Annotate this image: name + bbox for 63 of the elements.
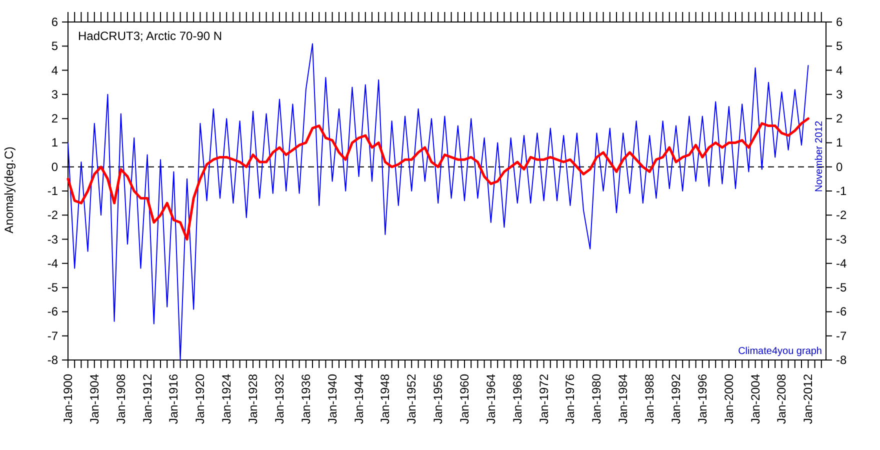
tick-label: Jan-2008 [774, 374, 789, 424]
tick-label: Jan-1900 [61, 374, 75, 424]
tick-label: Jan-1936 [298, 374, 313, 424]
tick-label: -6 [836, 304, 847, 319]
tick-label: Jan-2012 [801, 374, 816, 424]
tick-label: -5 [836, 280, 847, 295]
tick-label: 4 [836, 63, 843, 78]
tick-label: Jan-1908 [114, 374, 128, 424]
tick-label: Jan-1932 [272, 374, 286, 424]
tick-label: -8 [47, 353, 58, 367]
tick-label: Jan-1976 [563, 374, 578, 424]
tick-label: Jan-1952 [404, 374, 419, 424]
tick-label: Jan-1964 [484, 374, 498, 424]
tick-label: Jan-2000 [722, 374, 736, 424]
tick-label: -7 [836, 328, 847, 343]
tick-label: Jan-1972 [536, 374, 551, 424]
axis-title: Anomaly(deg.C) [2, 146, 16, 234]
tick-label: 1 [836, 136, 843, 150]
tick-label: 6 [836, 15, 843, 29]
tick-label: -4 [47, 256, 58, 270]
tick-label: -1 [836, 184, 847, 198]
tick-label: 4 [51, 63, 58, 78]
tick-label: Jan-1940 [325, 374, 340, 424]
tick-label: Jan-1924 [220, 374, 234, 424]
tick-label: 5 [836, 39, 843, 54]
tick-label: -5 [47, 280, 58, 295]
tick-label: Jan-1980 [590, 374, 604, 424]
tick-label: -6 [47, 304, 58, 319]
tick-label: Jan-1968 [510, 374, 524, 424]
tick-label: Jan-1904 [87, 374, 102, 424]
source-note: Climate4you graph [738, 346, 822, 357]
tick-label: Jan-1956 [431, 374, 446, 424]
tick-label: 2 [51, 112, 58, 126]
tick-label: 0 [836, 160, 843, 174]
tick-label: Jan-1920 [193, 374, 208, 424]
tick-label: Jan-1984 [616, 374, 630, 424]
tick-label: 5 [51, 39, 58, 54]
tick-label: -1 [47, 184, 58, 198]
date-note: November 2012 [814, 120, 825, 192]
tick-label: Jan-1912 [140, 374, 154, 424]
tick-label: 1 [51, 136, 58, 150]
tick-label: Jan-1916 [166, 374, 181, 424]
chart-title: HadCRUT3; Arctic 70-90 N [78, 29, 222, 43]
tick-label: Jan-1944 [352, 374, 366, 424]
tick-label: Jan-2004 [748, 374, 762, 424]
tick-label: Jan-1928 [246, 374, 260, 424]
tick-label: Jan-1960 [458, 374, 472, 424]
tick-label: -3 [47, 232, 58, 246]
tick-label: -4 [836, 256, 847, 270]
tick-label: 0 [51, 160, 58, 174]
tick-label: -8 [836, 353, 847, 367]
tick-label: -7 [47, 328, 58, 343]
tick-label: -3 [836, 232, 847, 246]
tick-label: -2 [836, 208, 847, 222]
tick-label: 3 [51, 87, 58, 102]
tick-label: Jan-1996 [695, 374, 710, 424]
tick-label: 6 [51, 15, 58, 29]
tick-label: Jan-1988 [642, 374, 657, 424]
tick-label: Jan-1992 [668, 374, 683, 424]
tick-label: 3 [836, 87, 843, 102]
tick-label: -2 [47, 208, 58, 222]
tick-label: Jan-1948 [378, 374, 392, 424]
tick-label: 2 [836, 112, 843, 126]
